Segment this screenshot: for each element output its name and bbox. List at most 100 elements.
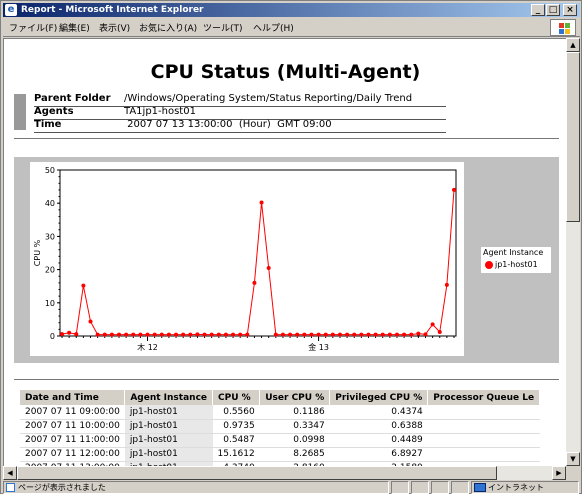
column-header: Processor Queue Le xyxy=(427,390,541,405)
data-point xyxy=(181,332,186,337)
scroll-up-button[interactable]: ▲ xyxy=(566,38,580,52)
zone-text: イントラネット xyxy=(488,483,544,492)
info-parent-folder: Parent Folder /Windows/Operating System/… xyxy=(34,93,444,105)
menu-view[interactable]: 表示(V) xyxy=(99,21,130,34)
chart-area: 0 10 20 30 40 50 CPU % 木 12 金 13 xyxy=(30,162,464,356)
data-point xyxy=(109,332,114,337)
data-point xyxy=(117,332,122,337)
info-label: Time xyxy=(34,119,62,130)
table-cell xyxy=(427,433,540,448)
legend-marker xyxy=(485,261,493,269)
table-cell: 0.0998 xyxy=(259,433,330,448)
table-cell: 6.8927 xyxy=(329,447,428,462)
divider xyxy=(14,138,559,139)
ie-icon: e xyxy=(5,4,17,16)
table-cell xyxy=(427,447,540,462)
data-point xyxy=(74,332,79,337)
column-header: Privileged CPU % xyxy=(329,390,429,405)
x-tick-label: 金 13 xyxy=(308,342,329,352)
y-axis-label: CPU % xyxy=(33,239,42,266)
y-tick-label: 50 xyxy=(45,166,55,175)
minimize-button[interactable]: _ xyxy=(531,4,545,16)
menu-file[interactable]: ファイル(F) xyxy=(9,21,57,34)
data-point xyxy=(323,332,328,337)
data-point xyxy=(124,332,129,337)
menu-favorites[interactable]: お気に入り(A) xyxy=(139,21,197,34)
table-cell: jp1-host01 xyxy=(124,405,213,420)
data-point xyxy=(188,332,193,337)
menu-help[interactable]: ヘルプ(H) xyxy=(253,21,294,34)
data-point xyxy=(166,332,171,337)
status-bar: ページが表示されました イントラネット xyxy=(3,481,580,494)
table-cell: 0.3347 xyxy=(259,419,330,434)
data-point xyxy=(394,332,399,337)
data-point xyxy=(430,322,435,327)
menu-edit[interactable]: 編集(E) xyxy=(59,21,90,34)
y-tick-label: 10 xyxy=(45,299,55,308)
data-point xyxy=(316,332,321,337)
data-point xyxy=(452,187,456,192)
x-tick-label: 木 12 xyxy=(137,342,158,352)
table-cell: 0.1186 xyxy=(259,405,330,420)
horizontal-scrollbar[interactable]: ◀ ▶ xyxy=(3,466,566,480)
data-point xyxy=(273,332,278,337)
y-tick-label: 20 xyxy=(45,266,55,275)
vertical-scroll-thumb[interactable] xyxy=(566,52,580,222)
data-point xyxy=(88,319,93,324)
data-point xyxy=(238,332,243,337)
data-point xyxy=(380,332,385,337)
data-point xyxy=(209,332,214,337)
info-value: 2007 07 13 13:00:00 (Hour) GMT 09:00 xyxy=(124,119,332,130)
horizontal-scroll-thumb[interactable] xyxy=(17,466,497,480)
status-message: ページが表示されました xyxy=(3,481,389,494)
table-row: 2007 07 11 10:00:00 jp1-host01 0.9735 0.334… xyxy=(20,419,540,434)
scroll-down-button[interactable]: ▼ xyxy=(566,452,580,466)
data-point xyxy=(359,332,364,337)
menu-tools[interactable]: ツール(T) xyxy=(203,21,243,34)
table-header-row: Date and Time Agent Instance CPU % User CPU… xyxy=(20,390,541,405)
status-cell xyxy=(391,481,409,494)
data-point xyxy=(309,332,314,337)
scroll-left-button[interactable]: ◀ xyxy=(3,466,17,480)
data-point xyxy=(409,332,414,337)
data-point xyxy=(330,332,335,337)
window-title: Report - Microsoft Internet Explorer xyxy=(21,5,204,15)
data-point xyxy=(216,332,221,337)
data-table: Date and Time Agent Instance CPU % User CPU… xyxy=(20,390,541,466)
data-point xyxy=(444,282,449,287)
scroll-right-button[interactable]: ▶ xyxy=(552,466,566,480)
menu-bar: ファイル(F) 編集(E) 表示(V) お気に入り(A) ツール(T) ヘルプ(… xyxy=(3,18,580,37)
data-point xyxy=(152,332,157,337)
data-point xyxy=(366,332,371,337)
table-cell: 0.6388 xyxy=(329,419,428,434)
data-point xyxy=(288,332,293,337)
table-cell xyxy=(427,419,540,434)
column-header: Agent Instance xyxy=(124,390,214,405)
data-point xyxy=(259,200,264,205)
data-point xyxy=(81,283,86,288)
data-point xyxy=(145,332,150,337)
data-point xyxy=(402,332,407,337)
table-row: 2007 07 11 09:00:00 jp1-host01 0.5560 0.118… xyxy=(20,405,540,420)
data-point xyxy=(102,332,107,337)
vertical-scrollbar[interactable]: ▲ ▼ xyxy=(566,38,580,466)
status-cell xyxy=(431,481,449,494)
data-point xyxy=(138,332,143,337)
info-accent-bar xyxy=(14,94,26,130)
status-cell xyxy=(411,481,429,494)
data-point xyxy=(295,332,300,337)
table-cell: 0.4489 xyxy=(329,433,428,448)
status-text: ページが表示されました xyxy=(18,483,106,492)
info-label: Parent Folder xyxy=(34,93,111,104)
maximize-button[interactable]: □ xyxy=(546,4,560,16)
data-point xyxy=(345,332,350,337)
column-header: CPU % xyxy=(212,390,261,405)
data-point xyxy=(416,331,421,336)
data-point xyxy=(223,332,228,337)
chart-panel: 0 10 20 30 40 50 CPU % 木 12 金 13 Agent Instance … xyxy=(14,157,559,363)
data-point xyxy=(387,332,392,337)
cpu-line-chart: 0 10 20 30 40 50 CPU % 木 12 金 13 xyxy=(33,166,457,352)
chart-legend: Agent Instance jp1-host01 xyxy=(481,247,551,273)
close-button[interactable]: × xyxy=(563,4,577,16)
windows-logo-icon xyxy=(550,19,576,36)
